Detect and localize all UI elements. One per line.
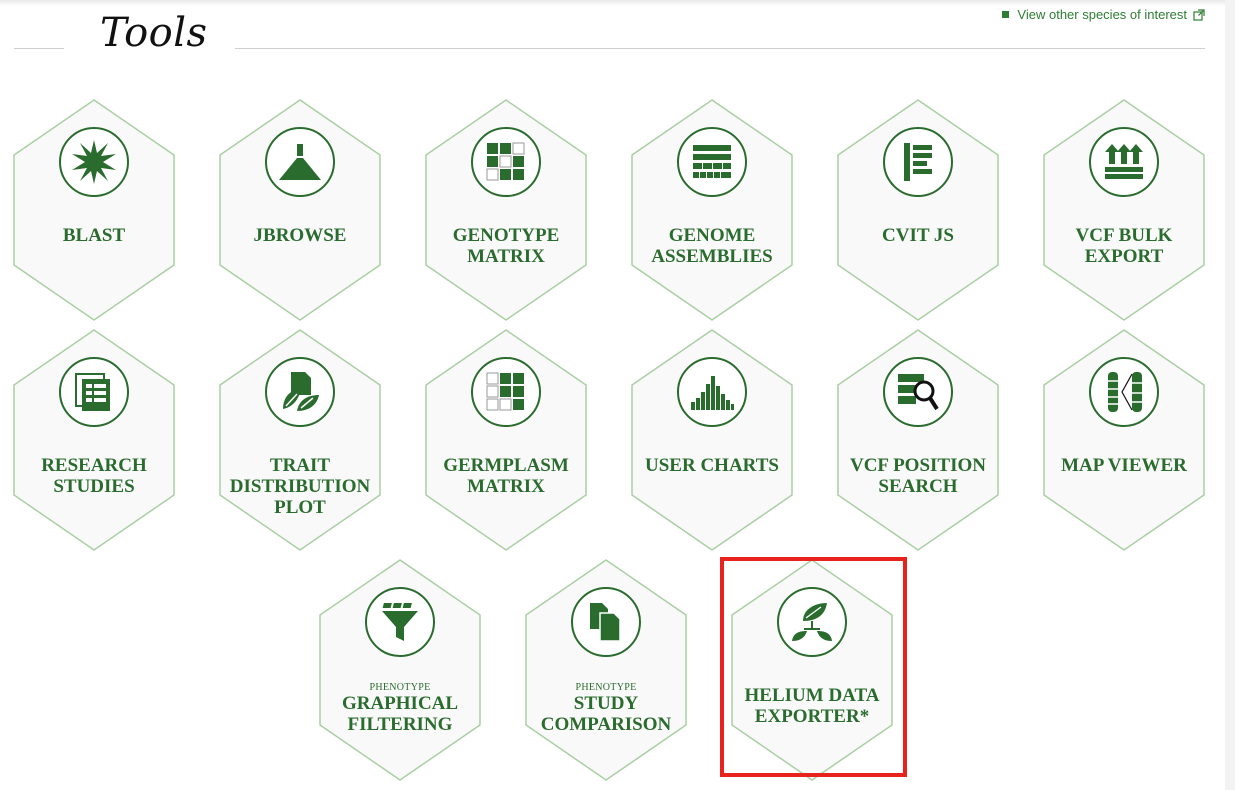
tile-label-line2: STUDIES [53,476,135,497]
tile-label: MAP VIEWER [1049,455,1199,476]
genome-assemblies-icon [677,127,747,197]
tile-label-line1: VCF BULK [1075,225,1173,246]
tile-label-line1: GERMPLASM [443,455,569,476]
tile-label: CVIT JS [843,225,993,246]
external-link-icon [1193,8,1205,21]
tile-phenotype-graphical-filtering[interactable]: PHENOTYPE GRAPHICAL FILTERING [319,559,481,781]
tile-label: PHENOTYPE GRAPHICAL FILTERING [325,682,475,736]
tile-label-line1: GENOTYPE [452,225,560,246]
tile-label: GENOTYPE MATRIX [431,225,581,267]
tile-label-line2: EXPORTER* [754,706,870,727]
user-charts-icon [677,357,747,427]
tile-label: RESEARCH STUDIES [19,455,169,497]
tile-research-studies[interactable]: RESEARCH STUDIES [13,329,175,551]
tile-label-line1: STUDY [573,693,639,714]
tile-genotype-matrix[interactable]: GENOTYPE MATRIX [425,99,587,321]
helium-leaf-icon [777,587,847,657]
germplasm-matrix-icon [471,357,541,427]
study-comparison-icon [571,587,641,657]
tile-label-line1: HELIUM DATA [744,685,880,706]
tile-label-line2: FILTERING [347,714,453,735]
tile-label: JBROWSE [225,225,375,246]
tile-user-charts[interactable]: USER CHARTS [631,329,793,551]
tile-map-viewer[interactable]: MAP VIEWER [1043,329,1205,551]
tile-germplasm-matrix[interactable]: GERMPLASM MATRIX [425,329,587,551]
blast-icon [59,127,129,197]
tile-jbrowse[interactable]: JBROWSE [219,99,381,321]
tile-label-line1: MAP VIEWER [1061,455,1187,476]
map-viewer-icon [1089,357,1159,427]
tile-cvit-js[interactable]: CVIT JS [837,99,999,321]
tile-label: HELIUM DATA EXPORTER* [737,685,887,727]
tile-label-line3: PLOT [274,497,326,518]
tile-label: GENOME ASSEMBLIES [637,225,787,267]
tile-label: VCF POSITION SEARCH [843,455,993,497]
tile-label: BLAST [19,225,169,246]
tile-label-line2: MATRIX [467,476,545,497]
tile-label-line1: GENOME [668,225,756,246]
research-studies-icon [59,357,129,427]
vcf-position-search-icon [883,357,953,427]
square-bullet-icon [1002,11,1010,18]
filter-funnel-icon [365,587,435,657]
top-shadow [0,0,1235,6]
trait-distribution-icon [265,357,335,427]
scrollbar-track[interactable] [1225,0,1235,790]
tile-sublabel: PHENOTYPE [575,682,637,693]
tile-label-line1: TRAIT [269,455,331,476]
cvit-icon [883,127,953,197]
title-rule-right [235,48,1205,49]
title-rule-left [14,48,64,49]
tile-label: USER CHARTS [637,455,787,476]
tile-sublabel: PHENOTYPE [369,682,431,693]
tile-vcf-position-search[interactable]: VCF POSITION SEARCH [837,329,999,551]
tile-label-line2: COMPARISON [540,714,672,735]
tile-blast[interactable]: BLAST [13,99,175,321]
tile-label-line2: EXPORT [1084,246,1164,267]
tile-trait-distribution-plot[interactable]: TRAIT DISTRIBUTION PLOT [219,329,381,551]
tile-label-line2: MATRIX [467,246,545,267]
tile-label: GERMPLASM MATRIX [431,455,581,497]
genotype-matrix-icon [471,127,541,197]
jbrowse-icon [265,127,335,197]
tile-vcf-bulk-export[interactable]: VCF BULK EXPORT [1043,99,1205,321]
tile-label-line1: RESEARCH [41,455,147,476]
tile-label-line1: GRAPHICAL [341,693,459,714]
tile-helium-data-exporter[interactable]: HELIUM DATA EXPORTER* [731,559,893,781]
tile-label-line1: JBROWSE [253,225,347,246]
tile-phenotype-study-comparison[interactable]: PHENOTYPE STUDY COMPARISON [525,559,687,781]
tile-genome-assemblies[interactable]: GENOME ASSEMBLIES [631,99,793,321]
tile-label: VCF BULK EXPORT [1049,225,1199,267]
page-title: Tools [100,10,208,56]
tile-label-line1: VCF POSITION [849,455,986,476]
tile-label-line2: ASSEMBLIES [651,246,773,267]
tile-label-line2: SEARCH [878,476,958,497]
species-link[interactable]: View other species of interest [1002,7,1205,22]
tile-label: PHENOTYPE STUDY COMPARISON [531,682,681,736]
species-link-label: View other species of interest [1017,7,1187,22]
tile-label: TRAIT DISTRIBUTION PLOT [225,455,375,518]
tile-label-line1: USER CHARTS [645,455,779,476]
tile-label-line1: BLAST [62,225,126,246]
tile-label-line2: DISTRIBUTION [229,476,371,497]
tile-label-line1: CVIT JS [882,225,954,246]
vcf-export-icon [1089,127,1159,197]
